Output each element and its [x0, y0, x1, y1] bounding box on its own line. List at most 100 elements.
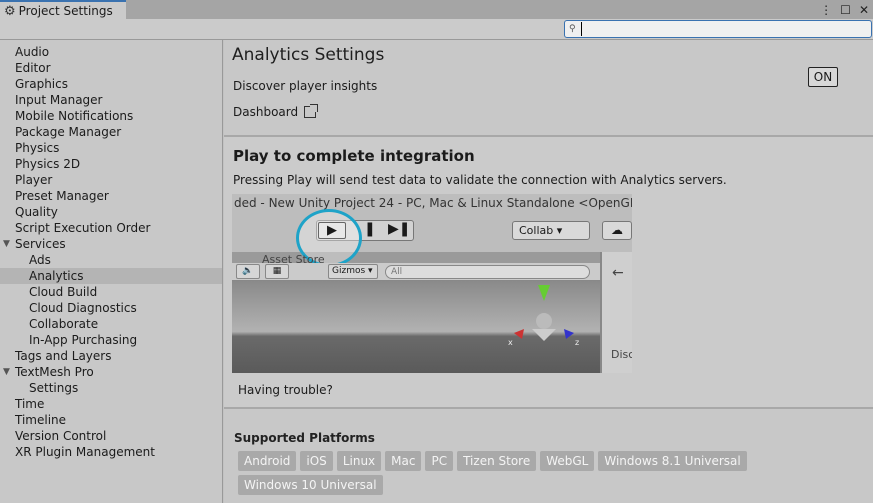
sidebar-item-preset-manager[interactable]: Preset Manager — [0, 188, 222, 204]
sidebar-item-cloud-diagnostics[interactable]: Cloud Diagnostics — [0, 300, 222, 316]
sidebar-item-ads[interactable]: Ads — [0, 252, 222, 268]
cloud-icon: ☁ — [602, 221, 632, 240]
gizmos-dropdown-image: Gizmos ▾ — [328, 264, 378, 279]
sidebar-item-player[interactable]: Player — [0, 172, 222, 188]
dashboard-link-label: Dashboard — [233, 105, 299, 119]
sidebar-item-label: Settings — [29, 381, 79, 395]
sidebar-item-label: Physics 2D — [15, 157, 81, 171]
tab-label: Project Settings — [18, 4, 113, 18]
integration-section: Play to complete integration Pressing Pl… — [224, 137, 873, 407]
sidebar-item-label: Collaborate — [29, 317, 99, 331]
page-title: Analytics Settings — [232, 45, 385, 65]
sidebar-item-label: Script Execution Order — [15, 221, 151, 235]
platform-chip: Linux — [336, 451, 382, 471]
foldout-arrow-icon[interactable]: ▼ — [3, 236, 10, 252]
sidebar-item-label: Editor — [15, 61, 51, 75]
sidebar-item-mobile-notifications[interactable]: Mobile Notifications — [0, 108, 222, 124]
sidebar-item-script-execution-order[interactable]: Script Execution Order — [0, 220, 222, 236]
sidebar-item-editor[interactable]: Editor — [0, 60, 222, 76]
sidebar-item-label: Services — [15, 237, 66, 251]
platform-chip: Android — [238, 451, 297, 471]
maximize-icon[interactable]: ☐ — [840, 3, 851, 17]
play-icon: ▶ — [318, 222, 346, 239]
play-tutorial-image: ded - New Unity Project 24 - PC, Mac & L… — [232, 194, 632, 373]
sidebar-item-label: Mobile Notifications — [15, 109, 134, 123]
back-arrow-icon: ← — [612, 265, 624, 281]
platform-chip: iOS — [300, 451, 333, 471]
sidebar-item-label: Physics — [15, 141, 60, 155]
inspector-panel-image: ← Disc — [600, 252, 632, 373]
platform-chip: PC — [425, 451, 454, 471]
search-box[interactable]: ⚲ — [564, 20, 872, 38]
video-scene-toolbar: 🔈 ▦ Gizmos ▾ All — [232, 263, 600, 281]
svg-text:z: z — [575, 338, 579, 347]
settings-sidebar: Audio Editor Graphics Input Manager Mobile N… — [0, 40, 223, 503]
sidebar-item-label: Ads — [29, 253, 51, 267]
sidebar-item-physics-2d[interactable]: Physics 2D — [0, 156, 222, 172]
having-trouble-link[interactable]: Having trouble? — [238, 383, 333, 397]
integration-heading: Play to complete integration — [233, 147, 475, 165]
sidebar-item-label: Timeline — [15, 413, 67, 427]
external-link-icon — [304, 104, 319, 118]
search-input[interactable] — [581, 22, 871, 36]
sidebar-item-label: TextMesh Pro — [15, 365, 94, 379]
step-icon: ▶❚ — [388, 221, 411, 237]
sidebar-item-label: Preset Manager — [15, 189, 109, 203]
sidebar-item-version-control[interactable]: Version Control — [0, 428, 222, 444]
sidebar-item-physics[interactable]: Physics — [0, 140, 222, 156]
more-options-icon[interactable]: ⋮ — [820, 3, 832, 17]
title-bar: ⚙ Project Settings ⋮ ☐ ✕ — [0, 0, 873, 20]
page-description: Discover player insights — [233, 79, 378, 93]
sidebar-item-label: Audio — [15, 45, 50, 59]
pause-icon: ❚ — [364, 221, 376, 237]
platform-chip: WebGL — [540, 451, 595, 471]
scene-view-image: x z — [232, 281, 600, 373]
platform-chip: Windows 8.1 Universal — [598, 451, 747, 471]
sidebar-item-label: Version Control — [15, 429, 107, 443]
collab-dropdown-image: Collab ▾ — [512, 221, 590, 240]
window-controls: ⋮ ☐ ✕ — [820, 1, 869, 18]
side-panel-label: Disc — [611, 348, 632, 361]
sidebar-item-audio[interactable]: Audio — [0, 44, 222, 60]
sidebar-item-package-manager[interactable]: Package Manager — [0, 124, 222, 140]
sidebar-item-in-app-purchasing[interactable]: In-App Purchasing — [0, 332, 222, 348]
sidebar-item-xr-plugin-management[interactable]: XR Plugin Management — [0, 444, 222, 460]
svg-text:x: x — [508, 338, 513, 347]
toolbar: ⚲ — [0, 19, 873, 40]
sidebar-item-services[interactable]: ▼ Services — [0, 236, 222, 252]
analytics-toggle-button[interactable]: ON — [808, 67, 838, 87]
scene-gizmo-icon: x z — [508, 285, 579, 347]
analytics-settings-panel: Analytics Settings Discover player insig… — [224, 40, 873, 503]
tab-project-settings[interactable]: ⚙ Project Settings — [0, 0, 126, 20]
sidebar-item-time[interactable]: Time — [0, 396, 222, 412]
sidebar-item-settings[interactable]: Settings — [0, 380, 222, 396]
platforms-heading: Supported Platforms — [234, 431, 375, 445]
sidebar-item-cloud-build[interactable]: Cloud Build — [0, 284, 222, 300]
sidebar-item-quality[interactable]: Quality — [0, 204, 222, 220]
image-icon: ▦ — [265, 264, 289, 279]
audio-icon: 🔈 — [236, 264, 260, 279]
dashboard-link[interactable]: Dashboard — [233, 104, 319, 119]
sidebar-item-graphics[interactable]: Graphics — [0, 76, 222, 92]
video-toolbar: ▶ ❚ ▶❚ Collab ▾ ☁ Asset Store — [232, 209, 632, 267]
close-icon[interactable]: ✕ — [859, 3, 869, 17]
sidebar-item-tags-and-layers[interactable]: Tags and Layers — [0, 348, 222, 364]
sidebar-item-analytics[interactable]: Analytics — [0, 268, 222, 284]
sidebar-item-label: Time — [15, 397, 45, 411]
sidebar-item-label: Tags and Layers — [15, 349, 112, 363]
integration-text: Pressing Play will send test data to val… — [233, 173, 727, 187]
sidebar-item-label: Graphics — [15, 77, 68, 91]
sidebar-item-label: Analytics — [29, 269, 84, 283]
foldout-arrow-icon[interactable]: ▼ — [3, 364, 10, 380]
sidebar-item-label: Player — [15, 173, 53, 187]
sidebar-item-textmesh-pro[interactable]: ▼ TextMesh Pro — [0, 364, 222, 380]
supported-platforms-section: Supported Platforms Android iOS Linux Mac PC… — [224, 409, 873, 503]
platform-chip: Windows 10 Universal — [238, 475, 383, 495]
scene-search-image: All — [385, 265, 590, 279]
gear-icon: ⚙ — [4, 3, 16, 19]
sidebar-item-input-manager[interactable]: Input Manager — [0, 92, 222, 108]
sidebar-item-timeline[interactable]: Timeline — [0, 412, 222, 428]
sidebar-item-collaborate[interactable]: Collaborate — [0, 316, 222, 332]
sidebar-item-label: Cloud Diagnostics — [29, 301, 137, 315]
sidebar-item-label: Cloud Build — [29, 285, 98, 299]
